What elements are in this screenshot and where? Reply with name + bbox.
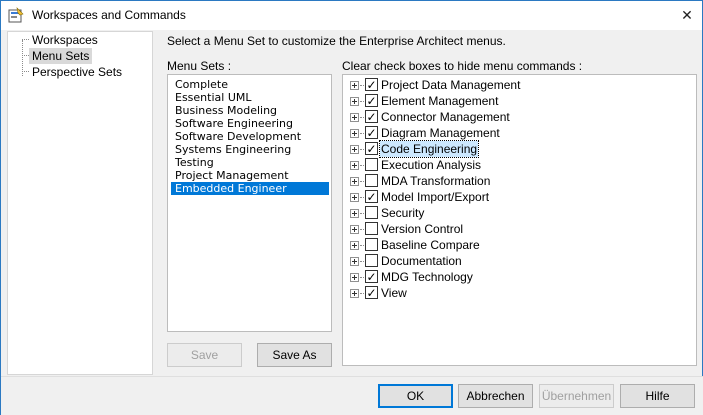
- checkbox[interactable]: ✓: [365, 78, 378, 91]
- checkbox[interactable]: [365, 254, 378, 267]
- command-label: Baseline Compare: [381, 238, 480, 252]
- command-label: Connector Management: [381, 110, 510, 124]
- tree-row-diagram-management[interactable]: ✓ Diagram Management: [343, 125, 683, 141]
- command-label: Project Data Management: [381, 78, 521, 92]
- command-label: Security: [381, 206, 425, 220]
- tree-row-mda-transformation[interactable]: MDA Transformation: [343, 173, 683, 189]
- command-label: Model Import/Export: [381, 190, 490, 204]
- expand-icon[interactable]: [350, 273, 359, 282]
- tree-row-connector-management[interactable]: ✓ Connector Management: [343, 109, 683, 125]
- command-label: MDG Technology: [381, 270, 473, 284]
- expand-icon[interactable]: [350, 257, 359, 266]
- tree-row-model-import-export[interactable]: ✓ Model Import/Export: [343, 189, 683, 205]
- expand-icon[interactable]: [350, 177, 359, 186]
- command-label: Element Management: [381, 94, 499, 108]
- expand-icon[interactable]: [350, 81, 359, 90]
- list-item[interactable]: Complete: [171, 78, 329, 91]
- command-label: Code Engineering: [378, 140, 480, 158]
- checkbox[interactable]: ✓: [365, 190, 378, 203]
- nav-item-workspaces[interactable]: Workspaces: [29, 32, 101, 48]
- checkbox[interactable]: [365, 238, 378, 251]
- window-title: Workspaces and Commands: [32, 8, 186, 22]
- checkbox[interactable]: [365, 206, 378, 219]
- command-label: Execution Analysis: [381, 158, 482, 172]
- command-label: View: [381, 286, 407, 300]
- commands-label: Clear check boxes to hide menu commands …: [342, 59, 583, 73]
- expand-icon[interactable]: [350, 161, 359, 170]
- nav-item-menu-sets[interactable]: Menu Sets: [29, 48, 93, 64]
- tree-row-element-management[interactable]: ✓ Element Management: [343, 93, 683, 109]
- checkbox[interactable]: [365, 158, 378, 171]
- command-label: Documentation: [381, 254, 462, 268]
- expand-icon[interactable]: [350, 129, 359, 138]
- close-icon[interactable]: ✕: [674, 1, 700, 30]
- list-item[interactable]: Software Development: [171, 130, 329, 143]
- title-bar[interactable]: Workspaces and Commands ✕: [1, 1, 702, 30]
- expand-icon[interactable]: [350, 145, 359, 154]
- apply-button[interactable]: Übernehmen: [539, 384, 614, 408]
- expand-icon[interactable]: [350, 225, 359, 234]
- checkbox[interactable]: ✓: [365, 94, 378, 107]
- checkbox[interactable]: ✓: [365, 270, 378, 283]
- dialog-window: Workspaces and Commands ✕ Workspaces Men…: [0, 0, 703, 415]
- ok-button[interactable]: OK: [378, 384, 453, 408]
- checkbox[interactable]: ✓: [365, 142, 378, 155]
- help-button[interactable]: Hilfe: [620, 384, 695, 408]
- checkbox[interactable]: ✓: [365, 126, 378, 139]
- tree-row-security[interactable]: Security: [343, 205, 683, 221]
- tree-connector: [22, 71, 29, 72]
- instruction-text: Select a Menu Set to customize the Enter…: [167, 34, 506, 48]
- footer-bar: OK Abbrechen Übernehmen Hilfe: [1, 377, 703, 415]
- app-icon: [8, 7, 24, 23]
- list-item[interactable]: Business Modeling: [171, 104, 329, 117]
- list-item-selected[interactable]: Embedded Engineer: [171, 182, 329, 195]
- tree-connector: [22, 55, 29, 56]
- expand-icon[interactable]: [350, 289, 359, 298]
- list-item[interactable]: Essential UML: [171, 91, 329, 104]
- nav-item-perspective-sets[interactable]: Perspective Sets: [29, 64, 125, 80]
- tree-row-code-engineering[interactable]: ✓ Code Engineering: [343, 140, 683, 158]
- list-item[interactable]: Project Management: [171, 169, 329, 182]
- command-label: Diagram Management: [381, 126, 500, 140]
- command-label: Version Control: [381, 222, 464, 236]
- save-button[interactable]: Save: [167, 343, 242, 367]
- commands-tree[interactable]: ✓ Project Data Management ✓ Element Mana…: [342, 74, 697, 366]
- expand-icon[interactable]: [350, 113, 359, 122]
- checkbox[interactable]: [365, 222, 378, 235]
- tree-row-baseline-compare[interactable]: Baseline Compare: [343, 237, 683, 253]
- tree-row-documentation[interactable]: Documentation: [343, 253, 683, 269]
- list-item[interactable]: Software Engineering: [171, 117, 329, 130]
- menu-sets-label: Menu Sets :: [167, 59, 232, 73]
- expand-icon[interactable]: [350, 97, 359, 106]
- left-nav-tree: Workspaces Menu Sets Perspective Sets: [7, 31, 153, 375]
- expand-icon[interactable]: [350, 209, 359, 218]
- expand-icon[interactable]: [350, 241, 359, 250]
- save-as-button[interactable]: Save As: [257, 343, 332, 367]
- tree-row-mdg-technology[interactable]: ✓ MDG Technology: [343, 269, 683, 285]
- tree-connector: [22, 39, 29, 40]
- tree-row-project-data-management[interactable]: ✓ Project Data Management: [343, 77, 683, 93]
- command-label: MDA Transformation: [381, 174, 491, 188]
- list-item[interactable]: Systems Engineering: [171, 143, 329, 156]
- tree-row-view[interactable]: ✓ View: [343, 285, 683, 301]
- tree-row-execution-analysis[interactable]: Execution Analysis: [343, 157, 683, 173]
- checkbox[interactable]: ✓: [365, 286, 378, 299]
- cancel-button[interactable]: Abbrechen: [458, 384, 533, 408]
- list-item[interactable]: Testing: [171, 156, 329, 169]
- menu-sets-list[interactable]: Complete Essential UML Business Modeling…: [167, 74, 332, 332]
- checkbox[interactable]: ✓: [365, 110, 378, 123]
- expand-icon[interactable]: [350, 193, 359, 202]
- tree-row-version-control[interactable]: Version Control: [343, 221, 683, 237]
- checkbox[interactable]: [365, 174, 378, 187]
